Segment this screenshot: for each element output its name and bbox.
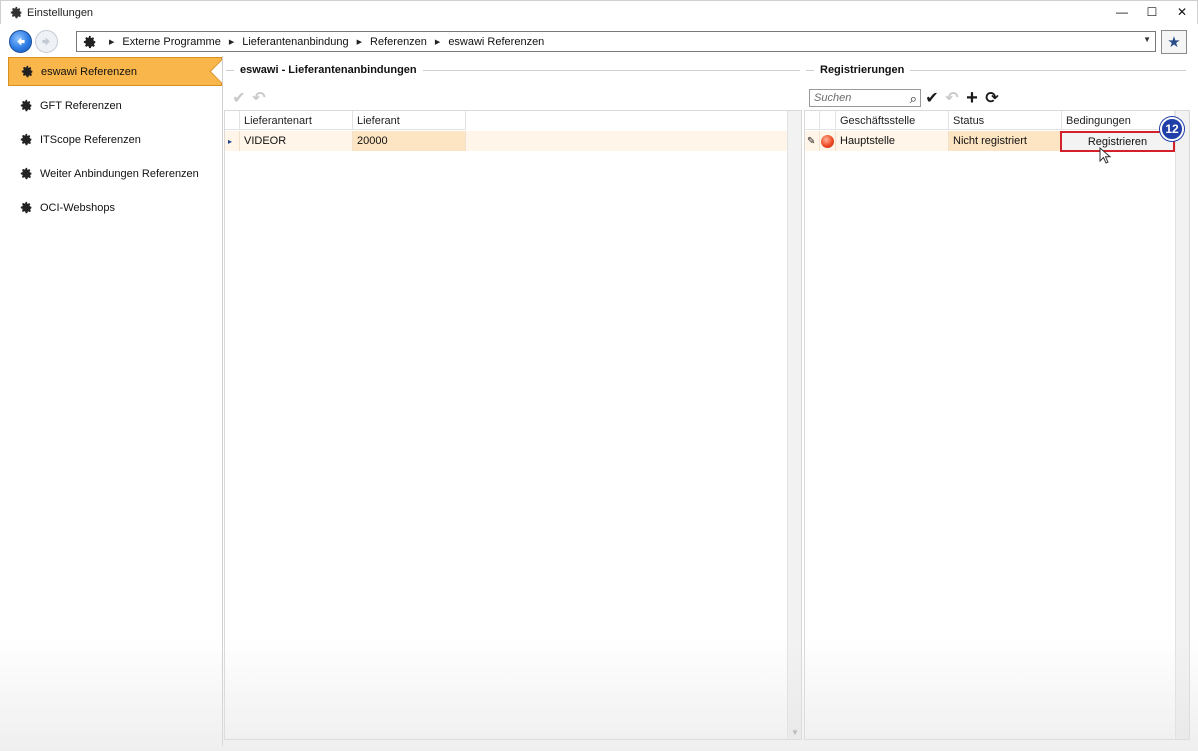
- gear-icon: [18, 99, 34, 112]
- edit-pencil-icon: ✎: [805, 131, 820, 151]
- registrieren-button[interactable]: Registrieren: [1060, 131, 1175, 152]
- right-toolbar: ✔ ↶ + ⟳: [922, 87, 1002, 109]
- close-button[interactable]: ✕: [1167, 1, 1197, 23]
- cell-lieferant[interactable]: 20000: [353, 131, 466, 151]
- vertical-scrollbar[interactable]: [1175, 111, 1189, 739]
- cell-status[interactable]: Nicht registriert: [949, 131, 1062, 151]
- left-toolbar: ✔ ↶: [229, 87, 269, 109]
- sidebar-item-weiter-anbindungen[interactable]: Weiter Anbindungen Referenzen: [8, 159, 222, 188]
- save-button[interactable]: ✔: [229, 88, 249, 108]
- breadcrumb-item[interactable]: Lieferantenanbindung: [242, 36, 348, 48]
- undo-icon: ↶: [252, 90, 266, 107]
- plus-icon: +: [966, 86, 978, 109]
- star-icon: ★: [1167, 34, 1181, 51]
- sidebar-item-label: ITScope Referenzen: [40, 133, 141, 146]
- search-placeholder: Suchen: [814, 92, 852, 104]
- arrow-left-icon: [17, 37, 25, 46]
- breadcrumb-item[interactable]: Externe Programme: [122, 36, 220, 48]
- window-title: Einstellungen: [27, 6, 94, 19]
- chevron-right-icon: ▶: [356, 38, 363, 46]
- grid-header: Lieferantenart Lieferant: [225, 111, 466, 130]
- sidebar-item-gft-referenzen[interactable]: GFT Referenzen: [8, 91, 222, 120]
- refresh-icon: ⟳: [985, 90, 999, 107]
- search-icon[interactable]: ⌕: [910, 91, 917, 107]
- cell-lieferantenart[interactable]: VIDEOR: [240, 131, 353, 151]
- breadcrumb-item[interactable]: Referenzen: [370, 36, 427, 48]
- lieferanten-grid: Lieferantenart Lieferant ▸ VIDEOR 20000 …: [224, 110, 802, 740]
- column-header-bedingungen[interactable]: Bedingungen: [1062, 111, 1175, 130]
- sidebar-item-label: Weiter Anbindungen Referenzen: [40, 167, 199, 180]
- right-panel-title: Registrierungen: [820, 64, 905, 76]
- sidebar-divider: [222, 56, 223, 746]
- sidebar-item-itscope-referenzen[interactable]: ITScope Referenzen: [8, 125, 222, 154]
- title-bar: Einstellungen — ☐ ✕: [0, 0, 1198, 24]
- chevron-right-icon: ▶: [434, 38, 441, 46]
- chevron-right-icon: ▶: [228, 38, 235, 46]
- sidebar: eswawi Referenzen GFT Referenzen ITScope…: [8, 56, 224, 746]
- column-header-lieferant[interactable]: Lieferant: [353, 111, 466, 130]
- arrow-right-icon: [42, 37, 50, 46]
- gear-icon: [5, 6, 27, 19]
- column-header-geschaeftsstelle[interactable]: Geschäftsstelle: [836, 111, 949, 130]
- column-header-status[interactable]: Status: [949, 111, 1062, 130]
- gear-icon: [79, 35, 101, 49]
- undo-button[interactable]: ↶: [942, 88, 962, 108]
- table-row[interactable]: ▸ VIDEOR 20000: [225, 131, 787, 151]
- add-button[interactable]: +: [962, 86, 982, 109]
- favorite-button[interactable]: ★: [1161, 30, 1187, 54]
- navigation-bar: ▶ Externe Programme ▶ Lieferantenanbindung…: [0, 26, 1198, 56]
- back-button[interactable]: [9, 30, 32, 53]
- forward-button[interactable]: [35, 30, 58, 53]
- left-panel-title: eswawi - Lieferantenanbindungen: [240, 64, 417, 76]
- grid-header: Geschäftsstelle Status Bedingungen: [805, 111, 1175, 130]
- checkmark-icon: ✔: [925, 90, 939, 107]
- right-panel-header: Registrierungen: [806, 62, 1186, 78]
- undo-icon: ↶: [945, 90, 959, 107]
- status-dot-icon: [821, 134, 834, 148]
- sidebar-item-oci-webshops[interactable]: OCI-Webshops: [8, 193, 222, 222]
- breadcrumb-item[interactable]: eswawi Referenzen: [448, 36, 544, 48]
- gear-icon: [19, 65, 35, 78]
- maximize-button[interactable]: ☐: [1137, 1, 1167, 23]
- registrierungen-grid: Geschäftsstelle Status Bedingungen ✎ Hau…: [804, 110, 1190, 740]
- save-button[interactable]: ✔: [922, 88, 942, 108]
- undo-button[interactable]: ↶: [249, 88, 269, 108]
- search-input[interactable]: Suchen ⌕: [809, 89, 921, 107]
- chevron-down-icon[interactable]: ▼: [1143, 35, 1151, 44]
- mouse-cursor-icon: [1099, 147, 1112, 164]
- minimize-button[interactable]: —: [1107, 1, 1137, 23]
- sidebar-item-label: OCI-Webshops: [40, 201, 115, 214]
- gear-icon: [18, 201, 34, 214]
- vertical-scrollbar[interactable]: ▼: [787, 111, 801, 739]
- step-badge: 12: [1160, 117, 1184, 141]
- column-header-lieferantenart[interactable]: Lieferantenart: [240, 111, 353, 130]
- gear-icon: [18, 133, 34, 146]
- breadcrumb[interactable]: ▶ Externe Programme ▶ Lieferantenanbindung…: [76, 31, 1156, 52]
- checkmark-icon: ✔: [232, 90, 246, 107]
- chevron-right-icon: ▶: [109, 38, 115, 46]
- sidebar-item-label: eswawi Referenzen: [41, 65, 137, 78]
- chevron-down-icon[interactable]: ▼: [791, 728, 799, 737]
- cell-geschaeftsstelle[interactable]: Hauptstelle: [836, 131, 949, 151]
- sidebar-item-eswawi-referenzen[interactable]: eswawi Referenzen: [8, 57, 222, 86]
- refresh-button[interactable]: ⟳: [982, 88, 1002, 108]
- sidebar-item-label: GFT Referenzen: [40, 99, 122, 112]
- row-indicator-icon: ▸: [225, 131, 240, 151]
- left-panel-header: eswawi - Lieferantenanbindungen: [226, 62, 800, 78]
- gear-icon: [18, 167, 34, 180]
